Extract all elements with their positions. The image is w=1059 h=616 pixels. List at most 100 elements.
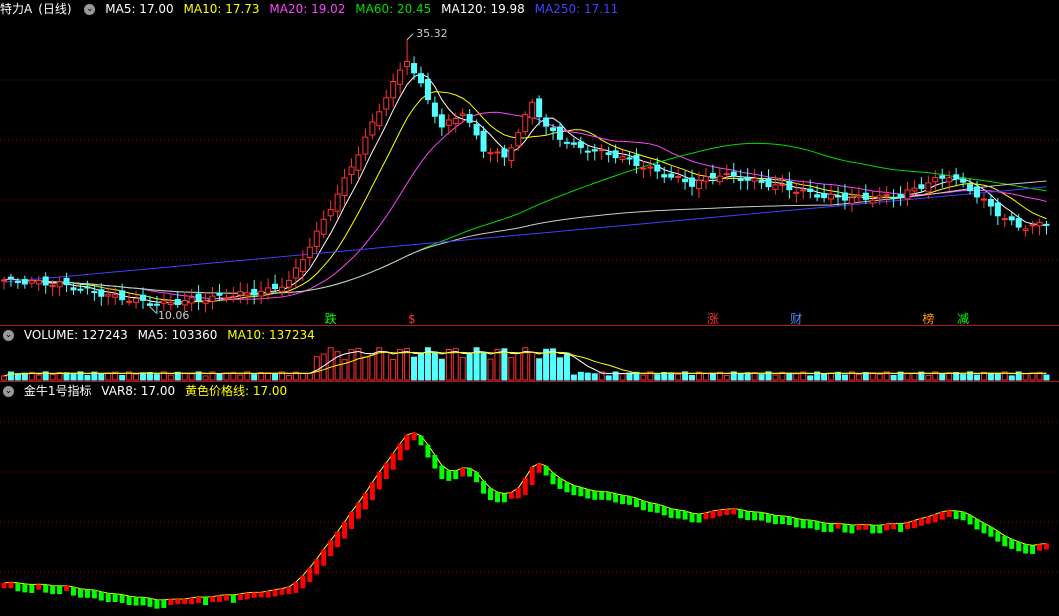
candle[interactable] (306, 237, 313, 266)
candle[interactable] (508, 143, 515, 169)
collapse-icon[interactable]: ⌄ (84, 4, 96, 15)
candle[interactable] (647, 159, 654, 177)
candle[interactable] (522, 111, 529, 136)
indicator-chart[interactable] (0, 382, 1059, 616)
candle[interactable] (1029, 220, 1036, 234)
candle[interactable] (577, 136, 584, 154)
candle[interactable] (980, 193, 987, 208)
candle[interactable] (56, 276, 63, 296)
candle[interactable] (355, 146, 362, 179)
candle[interactable] (258, 281, 265, 305)
candle[interactable] (418, 66, 424, 88)
candle[interactable] (994, 197, 1001, 226)
candle[interactable] (744, 168, 751, 190)
candle[interactable] (140, 287, 146, 309)
candle[interactable] (953, 168, 960, 187)
candle[interactable] (765, 169, 772, 191)
candle[interactable] (244, 283, 251, 305)
candle[interactable] (341, 169, 348, 205)
candle[interactable] (716, 167, 723, 186)
candle[interactable] (904, 181, 911, 207)
event-marker[interactable]: 财 (790, 313, 802, 325)
price-pane[interactable]: 特力A (日线) ⌄ MA5: 17.00 MA10: 17.73 MA20: 1… (0, 0, 1059, 326)
candle[interactable] (529, 99, 536, 125)
candle[interactable] (598, 143, 605, 160)
candle[interactable] (1001, 213, 1008, 228)
candle[interactable] (668, 166, 675, 181)
candle[interactable] (619, 150, 626, 163)
event-marker[interactable]: $ (408, 313, 416, 325)
candle[interactable] (195, 285, 202, 311)
candle[interactable] (91, 285, 98, 301)
candle[interactable] (835, 186, 841, 206)
candle[interactable] (640, 160, 647, 179)
candle[interactable] (133, 290, 140, 309)
candle[interactable] (369, 113, 376, 140)
event-marker[interactable]: 榜 (922, 313, 934, 325)
candle[interactable] (626, 151, 633, 165)
candle[interactable] (494, 147, 501, 163)
candle[interactable] (390, 73, 397, 107)
candle[interactable] (7, 273, 14, 287)
candle[interactable] (362, 128, 369, 161)
candle[interactable] (279, 277, 285, 297)
candle[interactable] (424, 72, 431, 105)
candle[interactable] (563, 137, 570, 149)
event-marker[interactable]: 跌 (325, 313, 337, 325)
candle[interactable] (960, 172, 967, 188)
candle[interactable] (675, 168, 682, 184)
candle[interactable] (751, 169, 758, 190)
candle[interactable] (84, 280, 91, 295)
candle[interactable] (251, 279, 258, 305)
candle[interactable] (730, 162, 737, 184)
candle[interactable] (800, 180, 807, 199)
candle[interactable] (1036, 218, 1043, 236)
candle[interactable] (126, 293, 133, 306)
candle[interactable] (292, 258, 299, 288)
candle[interactable] (584, 145, 591, 161)
indicator-pane[interactable]: ⌄ 金牛1号指标 VAR8: 17.00 黄色价格线: 17.00 (0, 382, 1059, 616)
candle[interactable] (452, 112, 459, 133)
candle[interactable] (897, 186, 904, 206)
candle[interactable] (202, 291, 209, 313)
candle[interactable] (786, 172, 793, 199)
stock-title[interactable]: 特力A (日线) (0, 2, 75, 16)
candle[interactable] (21, 275, 28, 289)
candle[interactable] (28, 276, 35, 288)
candle[interactable] (42, 272, 49, 294)
candle[interactable] (890, 189, 897, 208)
candle[interactable] (313, 221, 320, 253)
candle[interactable] (174, 290, 181, 308)
candle[interactable] (557, 122, 563, 148)
candle[interactable] (605, 146, 612, 163)
candle[interactable] (1022, 224, 1029, 237)
candle[interactable] (543, 114, 550, 136)
volume-pane[interactable]: ⌄ VOLUME: 127243 MA5: 103360 MA10: 13723… (0, 326, 1059, 382)
candle[interactable] (821, 184, 828, 203)
candle[interactable] (265, 278, 272, 300)
candle[interactable] (348, 158, 355, 184)
candle[interactable] (334, 185, 341, 219)
candle[interactable] (209, 286, 216, 310)
candle[interactable] (702, 167, 709, 190)
collapse-icon[interactable]: ⌄ (3, 386, 14, 397)
candle[interactable] (848, 188, 855, 213)
candle[interactable] (397, 62, 404, 94)
candle[interactable] (237, 282, 244, 304)
event-marker[interactable]: 减 (957, 313, 969, 325)
candle[interactable] (487, 148, 494, 163)
candle[interactable] (918, 177, 925, 193)
candle[interactable] (320, 210, 327, 239)
candle[interactable] (70, 282, 77, 295)
candle[interactable] (515, 129, 522, 151)
candle[interactable] (939, 168, 946, 188)
candle[interactable] (376, 103, 383, 131)
candle[interactable] (383, 89, 390, 117)
candlestick-chart[interactable]: 35.32 10.06 (0, 0, 1059, 326)
candle[interactable] (105, 287, 112, 306)
candle[interactable] (230, 286, 237, 303)
candle[interactable] (473, 119, 480, 140)
candle[interactable] (869, 191, 876, 208)
event-marker[interactable]: 涨 (707, 313, 719, 325)
candle[interactable] (404, 39, 411, 76)
